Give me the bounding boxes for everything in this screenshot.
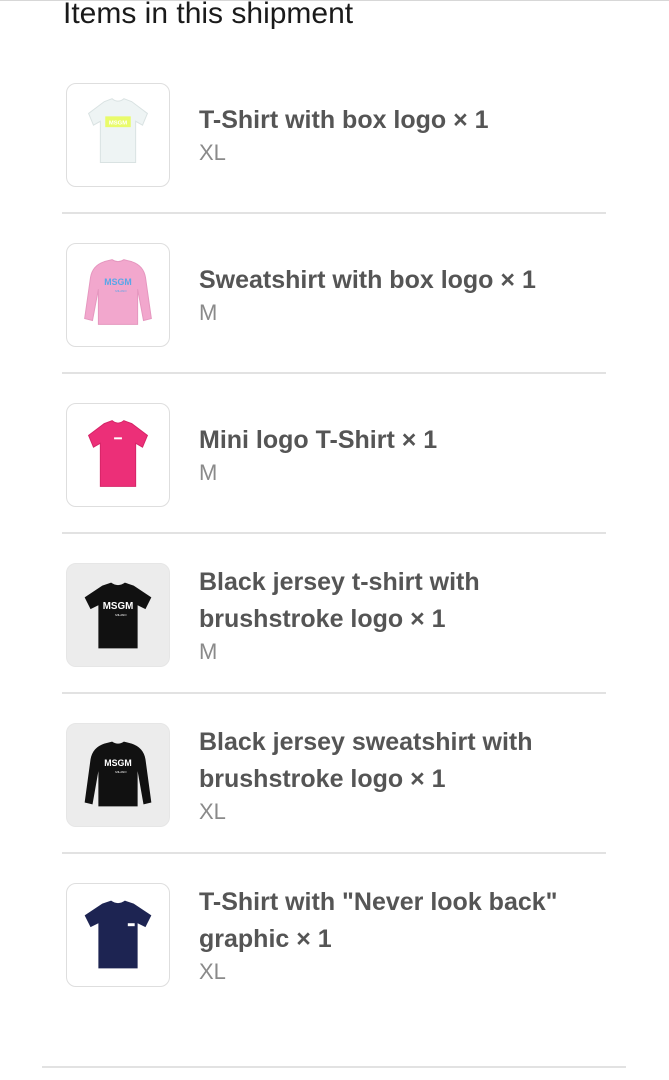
item-size: XL	[199, 959, 226, 984]
navy-tshirt-icon	[84, 900, 152, 969]
svg-text:MILANO: MILANO	[115, 613, 127, 617]
list-item[interactable]: MSGM T-Shirt with box logo × 1 XL	[62, 54, 606, 214]
item-name: Black jersey sweatshirt with brushstroke…	[199, 728, 533, 793]
item-size: M	[199, 639, 218, 664]
product-thumbnail[interactable]: MSGM MILANO	[66, 563, 170, 667]
white-tshirt-icon: MSGM	[87, 98, 149, 163]
svg-text:MILANO: MILANO	[115, 770, 127, 774]
list-item[interactable]: MSGM MILANO Black jersey sweatshirt with…	[62, 694, 606, 854]
item-name: Sweatshirt with box logo × 1	[199, 266, 536, 294]
pink-tshirt-icon	[87, 420, 149, 487]
product-thumbnail[interactable]	[66, 403, 170, 507]
product-thumbnail[interactable]: MSGM	[66, 83, 170, 187]
svg-text:MILANO: MILANO	[115, 289, 127, 293]
svg-text:MSGM: MSGM	[104, 277, 131, 287]
item-size: XL	[199, 799, 226, 824]
section-title: Items in this shipment	[63, 0, 354, 30]
svg-text:MSGM: MSGM	[104, 758, 131, 768]
product-thumbnail[interactable]: MSGM MILANO	[66, 243, 170, 347]
product-thumbnail[interactable]: MSGM MILANO	[66, 723, 170, 827]
svg-text:MSGM: MSGM	[109, 121, 127, 127]
item-name: T-Shirt with box logo × 1	[199, 106, 489, 134]
item-size: M	[199, 460, 218, 485]
list-item[interactable]: T-Shirt with "Never look back" graphic ×…	[62, 854, 606, 1014]
shipment-items-list: MSGM T-Shirt with box logo × 1 XL MSGM M…	[62, 54, 606, 1014]
list-item[interactable]: MSGM MILANO Black jersey t-shirt with br…	[62, 534, 606, 694]
svg-text:MSGM: MSGM	[103, 601, 133, 612]
black-sweatshirt-icon: MSGM MILANO	[84, 741, 152, 807]
black-tshirt-icon: MSGM MILANO	[84, 582, 152, 649]
item-name: Mini logo T-Shirt × 1	[199, 426, 438, 454]
list-item[interactable]: Mini logo T-Shirt × 1 M	[62, 374, 606, 534]
list-item[interactable]: MSGM MILANO Sweatshirt with box logo × 1…	[62, 214, 606, 374]
item-size: XL	[199, 140, 226, 165]
bottom-divider	[42, 1066, 626, 1068]
item-name: T-Shirt with "Never look back" graphic ×…	[199, 888, 558, 953]
item-size: M	[199, 300, 218, 325]
product-thumbnail[interactable]	[66, 883, 170, 987]
item-name: Black jersey t-shirt with brushstroke lo…	[199, 568, 480, 633]
pink-sweatshirt-icon: MSGM MILANO	[84, 259, 152, 325]
